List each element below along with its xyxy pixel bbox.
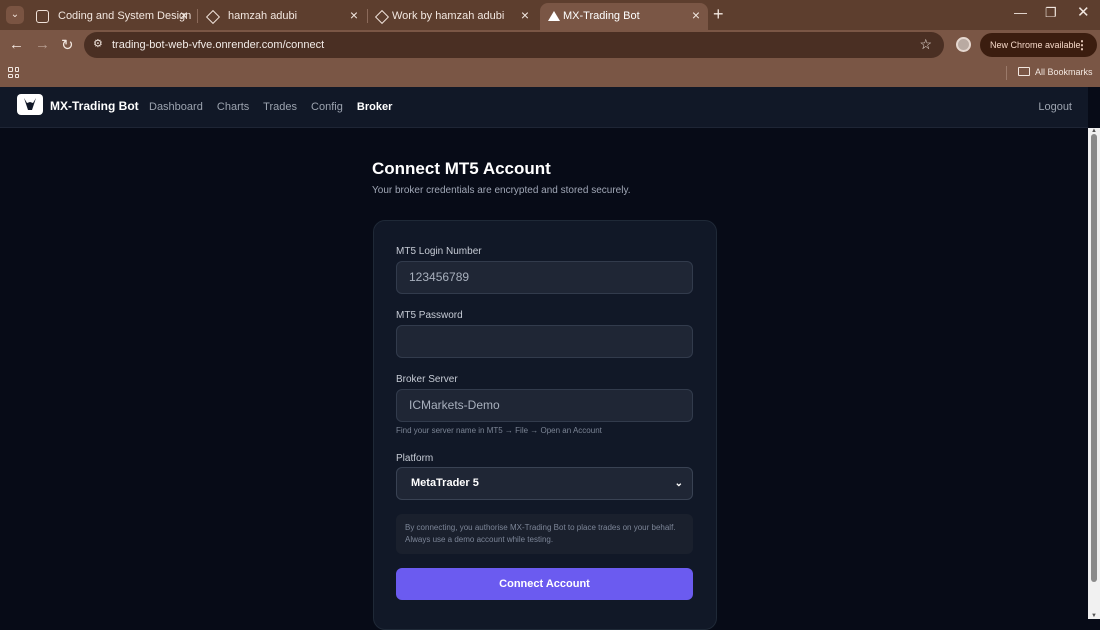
consent-notice: By connecting, you authorise MX-Trading … [396, 514, 693, 554]
tab-strip: ⌄ Coding and System Design × hamzah adub… [0, 0, 1100, 30]
chrome-update-button[interactable]: New Chrome available ⋮ [980, 33, 1097, 57]
diamond-icon [206, 10, 219, 23]
url-text: trading-bot-web-vfve.onrender.com/connec… [112, 39, 325, 51]
login-label: MT5 Login Number [396, 246, 482, 257]
bookmark-star-icon[interactable]: ☆ [919, 36, 932, 53]
openai-icon [36, 10, 49, 23]
new-tab-icon[interactable]: + [713, 4, 724, 25]
update-label: New Chrome available [990, 40, 1081, 50]
connect-account-button[interactable]: Connect Account [396, 568, 693, 600]
close-icon[interactable]: × [180, 7, 188, 23]
platform-label: Platform [396, 453, 434, 464]
nav-broker[interactable]: Broker [357, 101, 392, 113]
all-bookmarks-label: All Bookmarks [1035, 67, 1093, 77]
restore-icon[interactable]: ❐ [1045, 5, 1057, 21]
profile-avatar[interactable] [956, 37, 971, 52]
apps-grid-icon[interactable] [8, 67, 20, 79]
browser-toolbar: ← → ↻ ⚙ trading-bot-web-vfve.onrender.co… [0, 30, 1100, 60]
bookmarks-bar: All Bookmarks [0, 60, 1100, 87]
close-icon[interactable]: × [350, 7, 358, 23]
bookmarks-divider [1006, 66, 1007, 80]
address-bar[interactable]: ⚙ trading-bot-web-vfve.onrender.com/conn… [84, 32, 944, 58]
close-icon[interactable]: × [521, 7, 529, 23]
chevron-down-icon: ⌄ [674, 478, 683, 489]
platform-selected: MetaTrader 5 [411, 477, 479, 489]
server-hint: Find your server name in MT5 → File → Op… [396, 426, 602, 435]
tab-title: Work by hamzah adubi [392, 10, 505, 22]
folder-icon [1018, 67, 1030, 76]
forward-icon[interactable]: → [35, 36, 50, 53]
logout-link[interactable]: Logout [1038, 101, 1072, 113]
broker-server-input[interactable]: ICMarkets-Demo [396, 389, 693, 422]
nav-charts[interactable]: Charts [217, 101, 249, 113]
diamond-icon [375, 10, 388, 23]
nav-trades[interactable]: Trades [263, 101, 297, 113]
tab-title: MX-Trading Bot [563, 10, 640, 22]
close-icon[interactable]: × [692, 7, 700, 23]
nav-dashboard[interactable]: Dashboard [149, 101, 203, 113]
browser-tab-3[interactable]: Work by hamzah adubi × [367, 3, 537, 30]
connect-form-card: MT5 Login Number 123456789 MT5 Password … [373, 220, 717, 630]
brand-name[interactable]: MX-Trading Bot [50, 99, 139, 113]
browser-tab-1[interactable]: Coding and System Design × [28, 3, 196, 30]
bull-logo-icon [24, 98, 36, 110]
site-info-icon[interactable]: ⚙ [93, 37, 103, 50]
window-close-icon[interactable]: ✕ [1077, 3, 1090, 21]
browser-tab-active[interactable]: MX-Trading Bot × [540, 3, 708, 30]
tab-search-icon[interactable]: ⌄ [6, 6, 24, 24]
all-bookmarks-button[interactable]: All Bookmarks [1018, 67, 1093, 77]
login-number-input[interactable]: 123456789 [396, 261, 693, 294]
main-content: Connect MT5 Account Your broker credenti… [0, 128, 1088, 630]
platform-select[interactable]: MetaTrader 5 ⌄ [396, 467, 693, 500]
nav-config[interactable]: Config [311, 101, 343, 113]
main-nav: Dashboard Charts Trades Config Broker [149, 101, 403, 113]
browser-tab-2[interactable]: hamzah adubi × [198, 3, 366, 30]
scroll-down-icon[interactable]: ▼ [1091, 613, 1097, 619]
brand-logo[interactable] [17, 94, 43, 115]
page-title: Connect MT5 Account [372, 159, 551, 178]
site-header: MX-Trading Bot Dashboard Charts Trades C… [0, 87, 1088, 128]
render-icon [548, 11, 560, 21]
back-icon[interactable]: ← [9, 36, 24, 53]
page-scrollbar[interactable]: ▲ ▼ [1088, 128, 1100, 619]
password-label: MT5 Password [396, 310, 463, 321]
scrollbar-thumb[interactable] [1091, 134, 1097, 582]
browser-chrome: ⌄ Coding and System Design × hamzah adub… [0, 0, 1100, 87]
password-input[interactable] [396, 325, 693, 358]
server-label: Broker Server [396, 374, 458, 385]
reload-icon[interactable]: ↻ [61, 36, 74, 54]
tab-title: hamzah adubi [228, 10, 298, 22]
minimize-icon[interactable]: — [1014, 5, 1027, 20]
menu-dots-icon[interactable]: ⋮ [1076, 33, 1088, 57]
page-subtitle: Your broker credentials are encrypted an… [372, 185, 631, 196]
tab-title: Coding and System Design [58, 10, 192, 22]
